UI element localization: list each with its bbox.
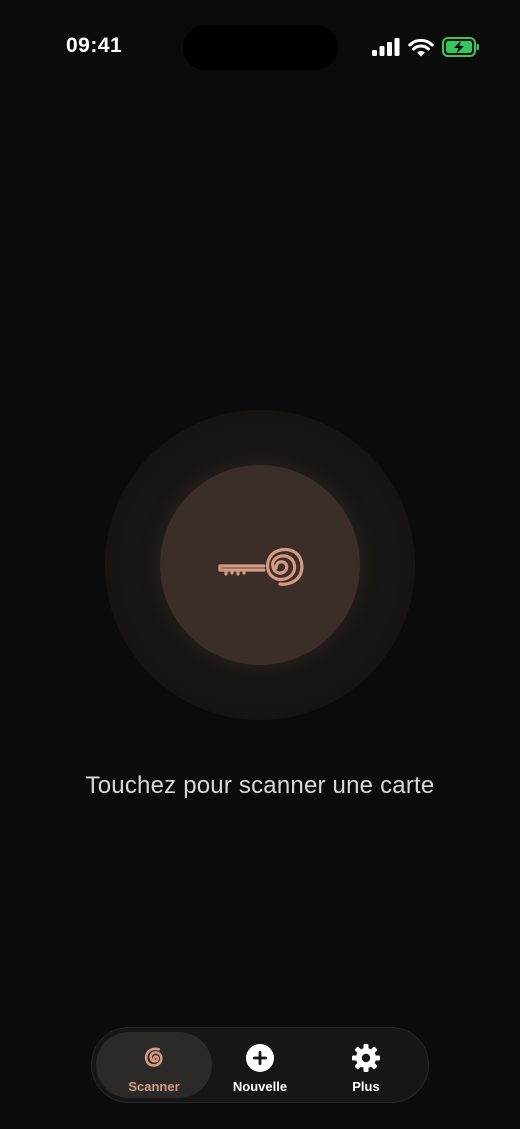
scan-prompt: Touchez pour scanner une carte	[85, 772, 435, 799]
tab-label: Plus	[352, 1079, 380, 1094]
status-time: 09:41	[66, 34, 123, 57]
dynamic-island	[183, 25, 338, 70]
key-spiral-icon	[216, 540, 306, 588]
status-icons	[372, 37, 480, 57]
tab-scanner[interactable]: Scanner	[96, 1032, 212, 1098]
gear-icon	[351, 1043, 381, 1073]
wifi-icon	[408, 38, 434, 57]
status-bar: 09:41	[0, 0, 520, 96]
plus-circle-icon	[245, 1043, 275, 1073]
tab-nouvelle[interactable]: Nouvelle	[202, 1032, 318, 1098]
spiral-icon	[139, 1043, 169, 1073]
tab-plus[interactable]: Plus	[308, 1032, 424, 1098]
cellular-signal-icon	[372, 38, 400, 56]
battery-charging-icon	[442, 37, 480, 57]
tab-bar: Scanner Nouvelle Plus	[91, 1027, 429, 1103]
tab-label: Nouvelle	[232, 1079, 288, 1094]
tab-label: Scanner	[128, 1079, 180, 1094]
app-screen: 09:41 Touchez pour scanner une carte Sca…	[0, 0, 520, 1129]
